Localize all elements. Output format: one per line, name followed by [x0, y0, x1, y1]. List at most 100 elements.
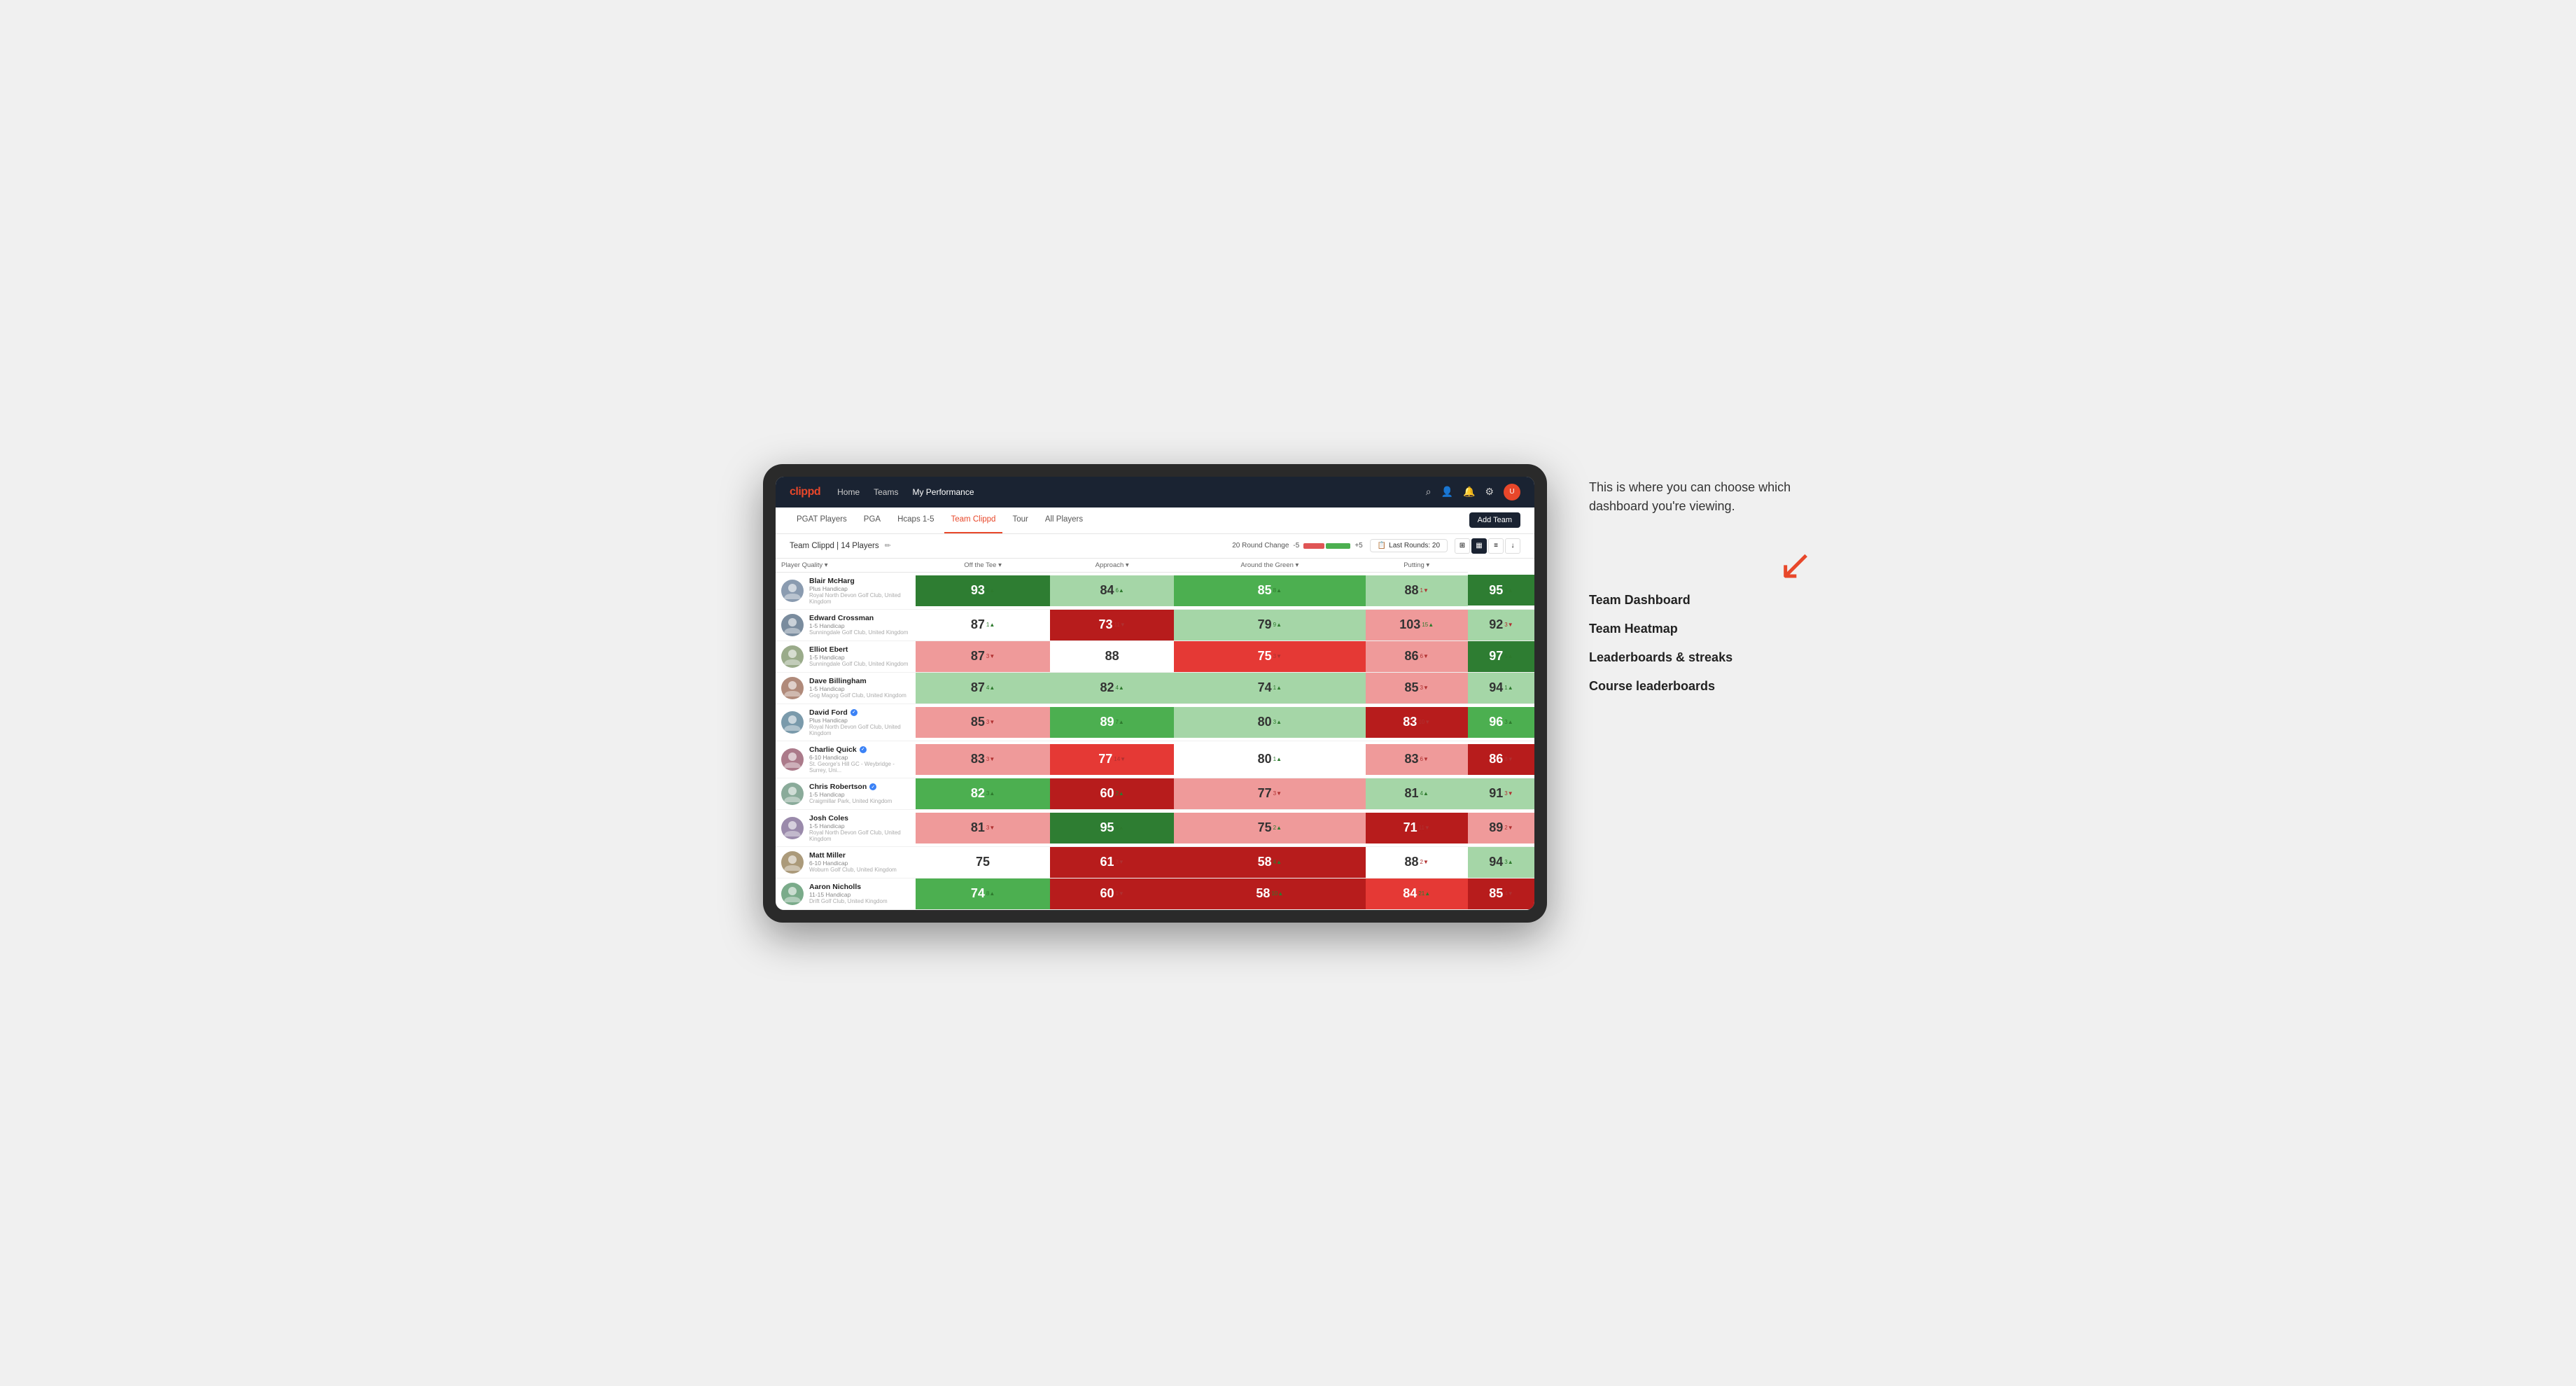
score-cell: 773▼ [1174, 778, 1365, 809]
score-value: 88 [1405, 855, 1419, 869]
col-off-tee[interactable]: Off the Tee ▾ [916, 559, 1050, 573]
score-value: 82 [971, 786, 985, 801]
last-rounds-label: Last Rounds: 20 [1389, 542, 1440, 550]
settings-icon[interactable]: ⚙ [1485, 486, 1494, 498]
score-change: 3▼ [986, 825, 995, 831]
view-grid-icon[interactable]: ⊞ [1455, 538, 1470, 554]
score-value: 85 [1258, 583, 1272, 598]
sub-nav-team-clippd[interactable]: Team Clippd [944, 507, 1003, 533]
player-info[interactable]: Josh Coles1-5 HandicapRoyal North Devon … [776, 810, 916, 846]
score-cell: 7111▼ [1366, 809, 1468, 846]
heatmap-table: Player Quality ▾ Off the Tee ▾ Approach … [776, 559, 1534, 910]
score-value: 58 [1256, 886, 1270, 901]
player-info[interactable]: David Ford✓Plus HandicapRoyal North Devo… [776, 704, 916, 741]
profile-icon[interactable]: 👤 [1441, 486, 1453, 498]
score-cell: 8310▼ [1366, 704, 1468, 741]
player-handicap: 6-10 Handicap [809, 860, 910, 867]
score-value: 87 [971, 617, 985, 632]
team-header: Team Clippd | 14 Players ✏ 20 Round Chan… [776, 534, 1534, 559]
col-approach[interactable]: Approach ▾ [1050, 559, 1174, 573]
score-box: 75 [916, 847, 1050, 878]
score-box: 881▼ [1366, 575, 1468, 606]
nav-my-performance[interactable]: My Performance [912, 487, 974, 497]
view-heatmap-icon[interactable]: ▦ [1471, 538, 1487, 554]
player-name: David Ford✓ [809, 708, 910, 717]
view-list-icon[interactable]: ≡ [1488, 538, 1504, 554]
sub-nav-pgat[interactable]: PGAT Players [790, 507, 854, 533]
player-handicap: Plus Handicap [809, 585, 910, 592]
score-value: 84 [1100, 583, 1114, 598]
score-value: 95 [1100, 820, 1114, 835]
col-around[interactable]: Around the Green ▾ [1174, 559, 1365, 573]
table-row: David Ford✓Plus HandicapRoyal North Devo… [776, 704, 1534, 741]
score-box: 813▼ [916, 813, 1050, 844]
nav-home[interactable]: Home [837, 487, 860, 497]
score-change: 9▲ [1504, 587, 1513, 594]
score-box: 748▲ [916, 878, 1050, 909]
player-info[interactable]: Matt Miller6-10 HandicapWoburn Golf Club… [776, 847, 916, 878]
score-cell: 833▼ [916, 741, 1050, 778]
score-value: 74 [971, 886, 985, 901]
score-cell: 584▲ [1174, 846, 1365, 878]
player-info[interactable]: Elliot Ebert1-5 HandicapSunningdale Golf… [776, 641, 916, 672]
view-download-icon[interactable]: ↓ [1505, 538, 1520, 554]
bell-icon[interactable]: 🔔 [1463, 486, 1475, 498]
col-putting[interactable]: Putting ▾ [1366, 559, 1468, 573]
player-info-cell: Charlie Quick✓6-10 HandicapSt. George's … [776, 741, 916, 778]
avatar[interactable]: U [1504, 484, 1520, 500]
score-value: 73 [1099, 617, 1113, 632]
table-row: Aaron Nicholls11-15 HandicapDrift Golf C… [776, 878, 1534, 909]
sub-nav-all-players[interactable]: All Players [1038, 507, 1090, 533]
score-value: 60 [1100, 886, 1114, 901]
player-avatar [781, 580, 804, 602]
score-cell: 803▲ [1174, 704, 1365, 741]
sub-nav-pga[interactable]: PGA [857, 507, 888, 533]
score-value: 86 [1405, 649, 1419, 664]
score-box: 752▲ [1174, 813, 1365, 844]
score-cell: 923▼ [1468, 609, 1534, 640]
player-handicap: 1-5 Handicap [809, 654, 910, 661]
player-info[interactable]: Charlie Quick✓6-10 HandicapSt. George's … [776, 741, 916, 778]
score-cell: 752▲ [1174, 809, 1365, 846]
player-info[interactable]: Blair McHargPlus HandicapRoyal North Dev… [776, 573, 916, 609]
score-value: 96 [1489, 715, 1503, 729]
verified-badge: ✓ [869, 783, 876, 790]
player-handicap: Plus Handicap [809, 717, 910, 724]
nav-teams[interactable]: Teams [874, 487, 898, 497]
score-value: 94 [1489, 680, 1503, 695]
sub-nav-hcaps[interactable]: Hcaps 1-5 [890, 507, 941, 533]
score-change: 8▼ [1504, 756, 1513, 762]
score-value: 61 [1100, 855, 1114, 869]
change-plus: +5 [1354, 542, 1362, 550]
view-icons: ⊞ ▦ ≡ ↓ [1455, 538, 1520, 554]
add-team-button[interactable]: Add Team [1469, 512, 1520, 528]
score-cell: 748▲ [916, 878, 1050, 909]
player-info[interactable]: Dave Billingham1-5 HandicapGog Magog Gol… [776, 673, 916, 704]
last-rounds-button[interactable]: 📋 Last Rounds: 20 [1370, 539, 1448, 552]
sidebar-notes: This is where you can choose which dashb… [1575, 464, 1813, 708]
score-value: 92 [1489, 617, 1503, 632]
player-name: Blair McHarg [809, 577, 910, 585]
edit-icon[interactable]: ✏ [885, 541, 891, 550]
round-change-label: 20 Round Change [1232, 542, 1289, 550]
score-change: 5▲ [1504, 653, 1513, 659]
player-info[interactable]: Aaron Nicholls11-15 HandicapDrift Golf C… [776, 878, 916, 909]
player-club: Drift Golf Club, United Kingdom [809, 898, 910, 904]
score-cell: 881▼ [1366, 572, 1468, 609]
table-container: Player Quality ▾ Off the Tee ▾ Approach … [776, 559, 1534, 910]
player-info[interactable]: Edward Crossman1-5 HandicapSunningdale G… [776, 610, 916, 640]
player-info[interactable]: Chris Robertson✓1-5 HandicapCraigmillar … [776, 778, 916, 809]
player-club: Gog Magog Golf Club, United Kingdom [809, 692, 910, 699]
player-info-cell: Blair McHargPlus HandicapRoyal North Dev… [776, 572, 916, 609]
score-change: 4▲ [1420, 790, 1429, 797]
score-change: 3▼ [986, 756, 995, 762]
menu-options: Team Dashboard Team Heatmap Leaderboards… [1589, 593, 1813, 694]
sub-nav-tour[interactable]: Tour [1005, 507, 1035, 533]
player-info-cell: Aaron Nicholls11-15 HandicapDrift Golf C… [776, 878, 916, 909]
col-player-quality[interactable]: Player Quality ▾ [776, 559, 916, 573]
score-change: 3▼ [1273, 653, 1282, 659]
score-change: 3▲ [1504, 859, 1513, 865]
score-value: 87 [971, 649, 985, 664]
search-icon[interactable]: ⌕ [1426, 486, 1432, 498]
score-value: 83 [1405, 752, 1419, 766]
